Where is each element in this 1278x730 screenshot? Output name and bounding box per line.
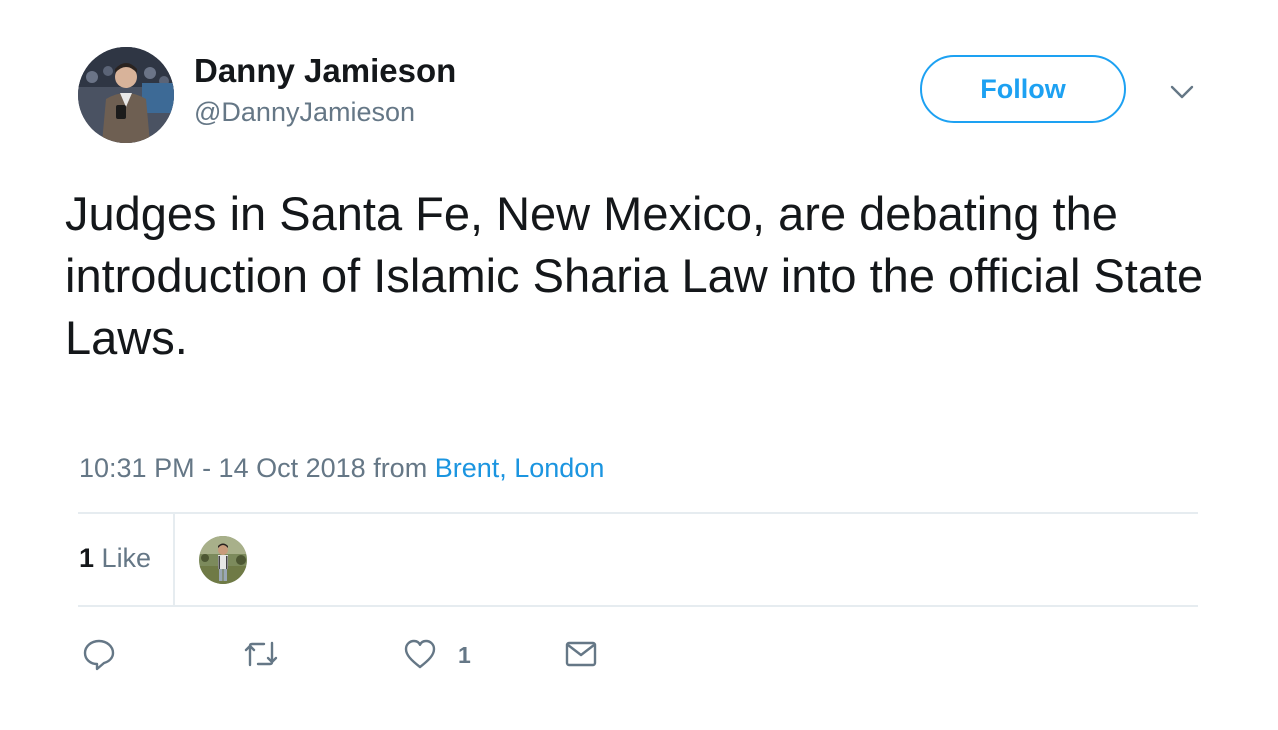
tweet-text: Judges in Santa Fe, New Mexico, are deba…	[65, 187, 1204, 364]
likes-stat-label: Like	[101, 543, 152, 573]
tweet-meta: 10:31 PM - 14 Oct 2018 from Brent, Londo…	[79, 453, 604, 484]
like-action-count[interactable]: 1	[458, 642, 471, 669]
retweet-icon[interactable]	[242, 637, 280, 671]
divider-top	[78, 512, 1198, 514]
reply-icon[interactable]	[82, 637, 116, 671]
location-link[interactable]: Brent, London	[435, 453, 605, 483]
from-label: from	[373, 453, 428, 483]
envelope-icon[interactable]	[564, 637, 598, 671]
stats-separator	[173, 514, 175, 606]
follow-button[interactable]: Follow	[920, 55, 1126, 123]
liker-avatar[interactable]	[199, 536, 247, 584]
likes-stat[interactable]: 1 Like	[79, 543, 151, 574]
avatar-photo	[78, 47, 174, 143]
likes-stat-count: 1	[79, 543, 95, 573]
chevron-down-icon[interactable]	[1168, 82, 1196, 102]
tweet-timestamp[interactable]: 10:31 PM - 14 Oct 2018	[79, 453, 366, 483]
heart-icon[interactable]	[403, 637, 437, 671]
author-display-name[interactable]: Danny Jamieson	[194, 52, 456, 90]
divider-bottom	[78, 605, 1198, 607]
author-avatar[interactable]	[78, 47, 174, 143]
author-handle[interactable]: @DannyJamieson	[194, 97, 415, 128]
